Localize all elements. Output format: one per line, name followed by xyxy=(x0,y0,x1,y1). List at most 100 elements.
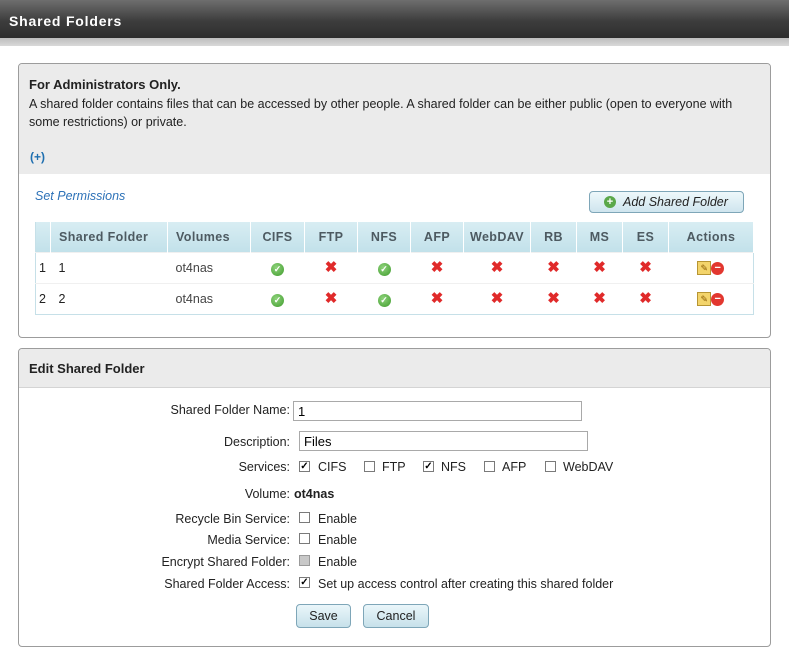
column-header-es[interactable]: ES xyxy=(622,222,669,253)
ms-status-cell: ✖ xyxy=(576,283,623,315)
column-header-ms[interactable]: MS xyxy=(576,222,623,253)
disabled-x-icon: ✖ xyxy=(639,290,652,307)
enabled-check-icon: ✓ xyxy=(377,262,391,276)
disabled-x-icon: ✖ xyxy=(324,290,338,307)
add-icon: + xyxy=(604,196,616,208)
folder-access-checkbox[interactable]: ✓ xyxy=(299,577,310,588)
es-status-cell: ✖ xyxy=(622,252,669,284)
disabled-x-icon: ✖ xyxy=(593,290,606,307)
disabled-x-icon: ✖ xyxy=(639,259,652,276)
afp-status-cell: ✖ xyxy=(410,252,464,284)
shared-folders-panel: For Administrators Only. A shared folder… xyxy=(18,63,771,338)
enabled-check-icon: ✓ xyxy=(271,293,284,307)
column-header-volumes[interactable]: Volumes xyxy=(167,222,251,253)
media-service-option: Enable xyxy=(318,533,357,547)
service-ftp-checkbox[interactable] xyxy=(364,461,375,472)
disabled-x-icon: ✖ xyxy=(490,259,504,276)
cifs-status-cell: ✓ xyxy=(250,252,305,284)
disabled-x-icon: ✖ xyxy=(593,259,606,276)
shared-folder-table: Shared Folder Volumes CIFS FTP NFS AFP W… xyxy=(35,222,754,315)
service-ftp-label: FTP xyxy=(382,460,406,474)
save-button[interactable]: Save xyxy=(296,604,351,628)
volume-cell: ot4nas xyxy=(167,283,251,315)
row-index: 2 xyxy=(35,283,51,315)
service-cifs-label: CIFS xyxy=(318,460,347,474)
volume-cell: ot4nas xyxy=(167,252,251,284)
service-webdav-label: WebDAV xyxy=(563,460,614,474)
title-bar: Shared Folders xyxy=(0,0,789,38)
volume-value: ot4nas xyxy=(294,487,335,501)
table-row[interactable]: 1 1 ot4nas ✓ ✖ ✓ ✖ ✖ ✖ ✖ ✖ ✎ − xyxy=(35,252,754,284)
column-header-webdav[interactable]: WebDAV xyxy=(463,222,531,253)
ftp-status-cell: ✖ xyxy=(304,252,358,284)
volume-label: Volume: xyxy=(244,487,290,501)
edit-icon[interactable]: ✎ xyxy=(697,261,712,276)
table-header-row: Shared Folder Volumes CIFS FTP NFS AFP W… xyxy=(35,222,754,253)
column-header-ftp[interactable]: FTP xyxy=(304,222,358,253)
column-header-rb[interactable]: RB xyxy=(530,222,577,253)
row-index: 1 xyxy=(35,252,51,284)
es-status-cell: ✖ xyxy=(622,283,669,315)
disabled-x-icon: ✖ xyxy=(430,290,444,307)
delete-icon[interactable]: − xyxy=(711,261,725,275)
nfs-status-cell: ✓ xyxy=(357,283,411,315)
column-header-actions: Actions xyxy=(668,222,754,253)
title-bar-divider xyxy=(0,38,789,46)
service-webdav-checkbox[interactable] xyxy=(545,461,556,472)
table-row[interactable]: 2 2 ot4nas ✓ ✖ ✓ ✖ ✖ ✖ ✖ ✖ ✎ − xyxy=(35,283,754,315)
ftp-status-cell: ✖ xyxy=(304,283,358,315)
disabled-x-icon: ✖ xyxy=(490,290,504,307)
encrypt-folder-option: Enable xyxy=(318,555,357,569)
expand-link[interactable]: (+) xyxy=(30,150,45,164)
disabled-x-icon: ✖ xyxy=(547,259,560,276)
recycle-bin-option: Enable xyxy=(318,512,357,526)
column-header-shared-folder[interactable]: Shared Folder xyxy=(50,222,168,253)
encrypt-folder-checkbox xyxy=(299,555,310,566)
description-input[interactable] xyxy=(299,431,588,451)
shared-folder-name-label: Shared Folder Name: xyxy=(170,403,290,417)
admin-notice: For Administrators Only. A shared folder… xyxy=(19,64,770,174)
webdav-status-cell: ✖ xyxy=(463,252,531,284)
add-shared-folder-label: Add Shared Folder xyxy=(623,195,728,209)
services-label: Services: xyxy=(238,460,290,474)
disabled-x-icon: ✖ xyxy=(430,259,444,276)
recycle-bin-label: Recycle Bin Service: xyxy=(175,512,290,526)
edit-icon[interactable]: ✎ xyxy=(697,292,712,307)
shared-folder-name-input[interactable] xyxy=(293,401,582,421)
rb-status-cell: ✖ xyxy=(530,252,577,284)
form-labels: Shared Folder Name: Description: Service… xyxy=(19,349,290,646)
description-label: Description: xyxy=(224,435,290,449)
shared-folder-name-cell: 1 xyxy=(50,252,168,284)
column-header-afp[interactable]: AFP xyxy=(410,222,464,253)
folder-access-option: Set up access control after creating thi… xyxy=(318,577,614,591)
encrypt-folder-label: Encrypt Shared Folder: xyxy=(161,555,290,569)
edit-shared-folder-panel: Edit Shared Folder Shared Folder Name: D… xyxy=(18,348,771,647)
actions-cell: ✎ − xyxy=(668,283,754,315)
media-service-checkbox[interactable] xyxy=(299,533,310,544)
afp-status-cell: ✖ xyxy=(410,283,464,315)
delete-icon[interactable]: − xyxy=(711,292,725,306)
admin-notice-title: For Administrators Only. xyxy=(29,77,181,92)
rb-status-cell: ✖ xyxy=(530,283,577,315)
enabled-check-icon: ✓ xyxy=(271,262,284,276)
service-afp-checkbox[interactable] xyxy=(484,461,495,472)
add-shared-folder-button[interactable]: + Add Shared Folder xyxy=(589,191,744,213)
service-nfs-label: NFS xyxy=(441,460,466,474)
disabled-x-icon: ✖ xyxy=(547,290,560,307)
cancel-button[interactable]: Cancel xyxy=(363,604,429,628)
folder-access-label: Shared Folder Access: xyxy=(164,577,290,591)
service-cifs-checkbox[interactable]: ✓ xyxy=(299,461,310,472)
column-header-cifs[interactable]: CIFS xyxy=(250,222,305,253)
service-afp-label: AFP xyxy=(502,460,527,474)
shared-folder-name-cell: 2 xyxy=(50,283,168,315)
cifs-status-cell: ✓ xyxy=(250,283,305,315)
column-header-index xyxy=(35,222,51,253)
media-service-label: Media Service: xyxy=(207,533,290,547)
recycle-bin-checkbox[interactable] xyxy=(299,512,310,523)
set-permissions-link[interactable]: Set Permissions xyxy=(35,189,125,203)
column-header-nfs[interactable]: NFS xyxy=(357,222,411,253)
ms-status-cell: ✖ xyxy=(576,252,623,284)
actions-cell: ✎ − xyxy=(668,252,754,284)
service-nfs-checkbox[interactable]: ✓ xyxy=(423,461,434,472)
disabled-x-icon: ✖ xyxy=(324,259,338,276)
